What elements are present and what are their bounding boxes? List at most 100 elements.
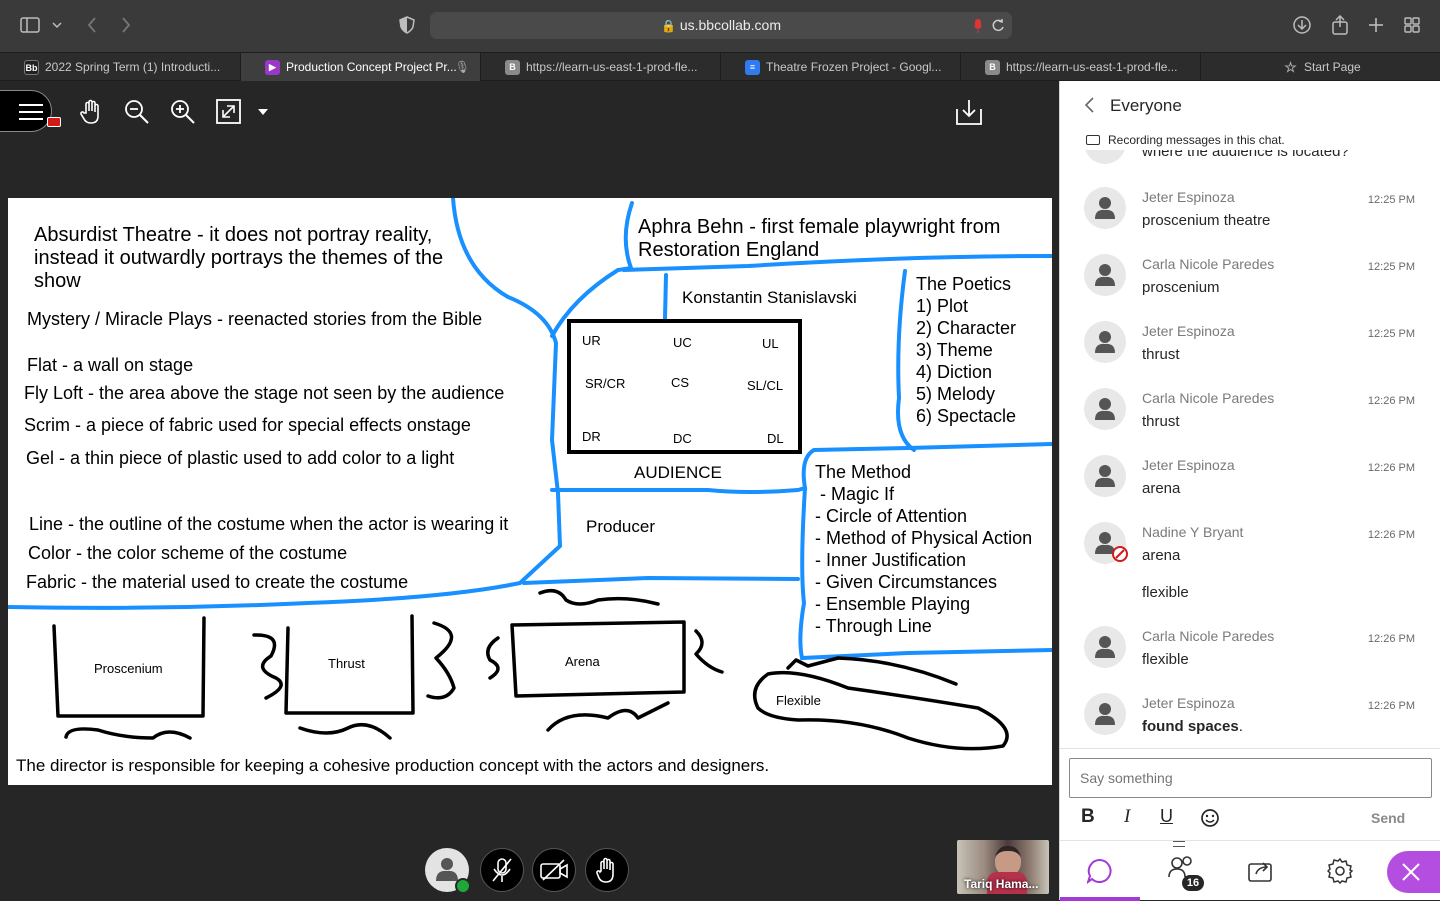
raise-hand-button[interactable]	[585, 848, 629, 892]
stage-type-proscenium: Proscenium	[94, 661, 163, 676]
tab-label: https://learn-us-east-1-prod-fle...	[526, 60, 698, 74]
zoom-in-icon[interactable]	[170, 99, 196, 125]
note-mystery-plays: Mystery / Miracle Plays - reenacted stor…	[27, 309, 483, 329]
recording-notice-text: Recording messages in this chat.	[1108, 133, 1285, 147]
emoji-icon[interactable]	[1200, 807, 1220, 827]
participant-video-tile[interactable]: Tariq Hama...	[957, 840, 1049, 894]
back-icon[interactable]	[84, 15, 100, 35]
pan-hand-icon[interactable]	[78, 98, 104, 126]
stage-ul: UL	[762, 336, 779, 351]
message-text: proscenium theatre	[1142, 212, 1271, 229]
method-item: - Given Circumstances	[815, 572, 998, 592]
tab-attendees[interactable]: 16	[1140, 841, 1220, 901]
tab-microphone-icon[interactable]: 🎙	[455, 53, 470, 81]
chat-message: Jeter Espinoza 12:26 PM arena	[1060, 454, 1440, 504]
tab-start-page[interactable]: ☆ Start Page	[1201, 53, 1440, 81]
message-time: 12:25 PM	[1367, 261, 1415, 273]
message-time: 12:26 PM	[1367, 462, 1415, 474]
message-time: 12:25 PM	[1367, 328, 1415, 340]
share-icon[interactable]	[1330, 14, 1350, 36]
message-author: Jeter Espinoza	[1142, 695, 1235, 711]
chat-message: Jeter Espinoza 12:25 PM proscenium theat…	[1060, 186, 1440, 236]
note-absurdist-1: Absurdist Theatre - it does not portray …	[34, 224, 433, 246]
tab-google-doc[interactable]: ≡ Theatre Frozen Project - Googl...	[721, 53, 961, 81]
microphone-muted-button[interactable]	[480, 848, 524, 892]
tab-chat[interactable]	[1060, 841, 1140, 901]
message-text: flexible	[1142, 651, 1189, 668]
close-panel-button[interactable]	[1387, 851, 1440, 893]
recording-notice: Recording messages in this chat.	[1060, 132, 1440, 150]
stage-dc: DC	[673, 431, 692, 446]
reload-icon[interactable]	[990, 18, 1006, 34]
tab-learn-2[interactable]: B https://learn-us-east-1-prod-fle...	[961, 53, 1201, 81]
bold-format-icon[interactable]: B	[1081, 806, 1095, 828]
audience-label: AUDIENCE	[634, 463, 722, 482]
send-button[interactable]: Send	[1371, 810, 1405, 826]
forward-icon[interactable]	[118, 15, 134, 35]
session-menu-button[interactable]	[0, 90, 61, 132]
poetics-item: 2) Character	[916, 318, 1017, 338]
zoom-out-icon[interactable]	[124, 99, 150, 125]
tab-production-concept[interactable]: ▶ Production Concept Project Pr... 🎙	[241, 53, 481, 81]
privacy-shield-icon[interactable]	[397, 15, 417, 35]
note-stanislavski: Konstantin Stanislavski	[682, 288, 857, 307]
note-scrim: Scrim - a piece of fabric used for speci…	[24, 415, 471, 435]
message-text: thrust	[1142, 346, 1180, 363]
avatar	[1084, 455, 1126, 497]
avatar	[1084, 187, 1126, 229]
message-author: Carla Nicole Paredes	[1142, 628, 1275, 644]
participant-name: Tariq Hama...	[964, 877, 1039, 891]
partial-message: where the audience is located?	[1142, 150, 1349, 160]
tab-label: Production Concept Project Pr...	[286, 60, 457, 74]
sidebar-toggle-icon[interactable]	[20, 16, 40, 34]
camera-off-button[interactable]	[532, 848, 576, 892]
method-item: - Magic If	[815, 484, 895, 504]
download-whiteboard-icon[interactable]	[955, 97, 983, 127]
new-tab-icon[interactable]	[1366, 15, 1386, 35]
fit-screen-icon[interactable]	[216, 99, 242, 125]
message-time: 12:26 PM	[1367, 700, 1415, 712]
partial-avatar	[1084, 150, 1126, 164]
panel-tab-bar: 16	[1060, 840, 1440, 901]
avatar	[1084, 626, 1126, 668]
blocked-status-icon	[1112, 546, 1128, 562]
poetics-item: 6) Spectacle	[916, 406, 1017, 426]
tab-course[interactable]: Bb 2022 Spring Term (1) Introducti...	[0, 53, 241, 81]
tab-overview-icon[interactable]	[1402, 15, 1422, 35]
browser-toolbar: 🔒 us.bbcollab.com	[0, 0, 1440, 52]
chat-panel: Everyone Recording messages in this chat…	[1059, 81, 1440, 901]
method-item: - Method of Physical Action	[815, 528, 1033, 548]
message-author: Jeter Espinoza	[1142, 457, 1235, 473]
method-title: The Method	[815, 462, 912, 482]
method-item: - Ensemble Playing	[815, 594, 971, 614]
learn-favicon-icon: B	[505, 60, 520, 75]
stage-type-thrust: Thrust	[328, 656, 365, 671]
stage-sl-cl: SL/CL	[747, 378, 784, 393]
method-item: - Circle of Attention	[815, 506, 968, 526]
chat-messages[interactable]: where the audience is located? Jeter Esp…	[1060, 150, 1440, 748]
address-bar[interactable]: 🔒 us.bbcollab.com	[430, 12, 1012, 39]
italic-format-icon[interactable]: I	[1124, 806, 1130, 828]
method-item: - Inner Justification	[815, 550, 967, 570]
tab-share-content[interactable]	[1220, 841, 1300, 901]
whiteboard[interactable]: Absurdist Theatre - it does not portray …	[8, 198, 1052, 785]
learn-favicon-icon: B	[985, 60, 1000, 75]
avatar-status-button[interactable]	[425, 848, 471, 894]
microphone-recording-icon[interactable]	[972, 18, 984, 34]
zoom-options-chevron-icon[interactable]	[256, 107, 270, 117]
underline-format-icon[interactable]: U	[1160, 806, 1173, 827]
chat-message: Nadine Y Bryant 12:26 PM arena flexible	[1060, 521, 1440, 607]
download-icon[interactable]	[1292, 15, 1312, 35]
tab-settings[interactable]	[1300, 841, 1380, 901]
chevron-down-icon[interactable]	[50, 18, 64, 32]
back-chevron-icon[interactable]	[1082, 95, 1096, 115]
lock-icon: 🔒	[660, 19, 676, 33]
message-input[interactable]	[1069, 758, 1432, 798]
note-director: The director is responsible for keeping …	[16, 756, 770, 775]
tab-learn-1[interactable]: B https://learn-us-east-1-prod-fle...	[481, 53, 721, 81]
message-time: 12:26 PM	[1367, 633, 1415, 645]
message-author: Carla Nicole Paredes	[1142, 390, 1275, 406]
note-absurdist-2: instead it outwardly portrays the themes…	[34, 247, 444, 269]
avatar	[1084, 693, 1126, 735]
whiteboard-drawings	[8, 198, 1052, 751]
